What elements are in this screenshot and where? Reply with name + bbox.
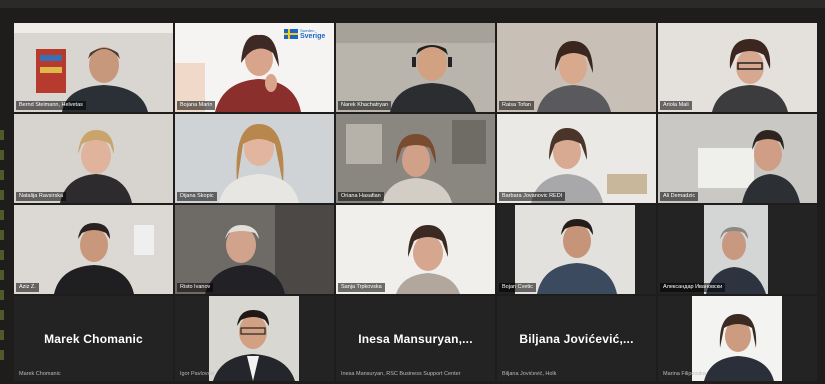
- participant-name: Oriana Hasafian: [338, 192, 384, 201]
- video-tile[interactable]: Inesa Mansuryan,... Inesa Mansuryan, RSC…: [336, 296, 495, 381]
- participant-video: [658, 296, 817, 381]
- video-tile[interactable]: Raisa Tofan: [497, 23, 656, 112]
- participant-name: Ariola Mali: [660, 101, 692, 110]
- video-tile[interactable]: Natalija Ravsirska: [14, 114, 173, 203]
- participant-name: Barbara Jovanovic REDI: [499, 192, 566, 201]
- participant-name: Marina Filipovska: [663, 371, 706, 377]
- participant-name: Bojana Marin: [177, 101, 216, 110]
- participant-name: Raisa Tofan: [499, 101, 534, 110]
- window-top-bar: [0, 0, 825, 8]
- participant-video: [175, 205, 334, 294]
- participant-video: [658, 23, 817, 112]
- participant-name: Marek Chomanic: [19, 371, 61, 377]
- participant-name: Biljana Jovićević, Holk: [502, 371, 557, 377]
- video-tile[interactable]: Sanja Trpkovska: [336, 205, 495, 294]
- video-tile[interactable]: Igor Pavlovski: [175, 296, 334, 381]
- participant-video: [14, 23, 173, 112]
- video-tile[interactable]: Ariola Mali: [658, 23, 817, 112]
- participant-name: Inesa Mansuryan, RSC Business Support Ce…: [341, 371, 461, 377]
- participant-display-name: Biljana Jovićević,...: [519, 331, 634, 346]
- participant-video: [497, 205, 656, 294]
- participant-video: [658, 114, 817, 203]
- video-tile[interactable]: Ali Demadzic: [658, 114, 817, 203]
- participant-name: Natalija Ravsirska: [16, 192, 67, 201]
- video-tile[interactable]: Bernd Steimann, Helvetas: [14, 23, 173, 112]
- participant-name: Aziz Z.: [16, 283, 39, 292]
- participant-name: Sanja Trpkovska: [338, 283, 385, 292]
- participant-name: Narek Khachatryan: [338, 101, 392, 110]
- participant-video: [175, 296, 334, 381]
- video-tile[interactable]: Aziz Z.: [14, 205, 173, 294]
- video-tile[interactable]: Sweden Sverige Bojana Marin: [175, 23, 334, 112]
- participant-video: [497, 23, 656, 112]
- swedish-flag-icon: [284, 29, 298, 39]
- participant-name: Igor Pavlovski: [180, 371, 215, 377]
- participant-video: [658, 205, 817, 294]
- sweden-logo: Sweden Sverige: [284, 27, 330, 41]
- video-tile[interactable]: Oriana Hasafian: [336, 114, 495, 203]
- participant-name: Bernd Steimann, Helvetas: [16, 101, 86, 110]
- participant-video: [14, 205, 173, 294]
- video-tile[interactable]: Risto Ivanov: [175, 205, 334, 294]
- participant-name: Ali Demadzic: [660, 192, 699, 201]
- video-tile[interactable]: Barbara Jovanovic REDI: [497, 114, 656, 203]
- video-tile[interactable]: Александар Ивановски: [658, 205, 817, 294]
- video-tile[interactable]: Bojan Cvetic: [497, 205, 656, 294]
- video-grid: Bernd Steimann, Helvetas Sweden Sverige B…: [14, 23, 817, 381]
- participant-video: [175, 114, 334, 203]
- participant-video: [336, 205, 495, 294]
- participant-display-name: Marek Chomanic: [44, 331, 143, 346]
- video-tile[interactable]: Narek Khachatryan: [336, 23, 495, 112]
- participant-video: [14, 114, 173, 203]
- participant-name: Dijana Skopic: [177, 192, 217, 201]
- participant-video: [336, 23, 495, 112]
- side-decoration: [0, 130, 6, 380]
- participant-video: [336, 114, 495, 203]
- participant-video: [497, 114, 656, 203]
- video-tile[interactable]: Marina Filipovska: [658, 296, 817, 381]
- participant-name: Risto Ivanov: [177, 283, 214, 292]
- video-tile[interactable]: Marek Chomanic Marek Chomanic: [14, 296, 173, 381]
- video-tile[interactable]: Biljana Jovićević,... Biljana Jovićević,…: [497, 296, 656, 381]
- participant-name: Bojan Cvetic: [499, 283, 536, 292]
- participant-display-name: Inesa Mansuryan,...: [358, 331, 473, 346]
- video-tile[interactable]: Dijana Skopic: [175, 114, 334, 203]
- participant-name: Александар Ивановски: [660, 283, 726, 292]
